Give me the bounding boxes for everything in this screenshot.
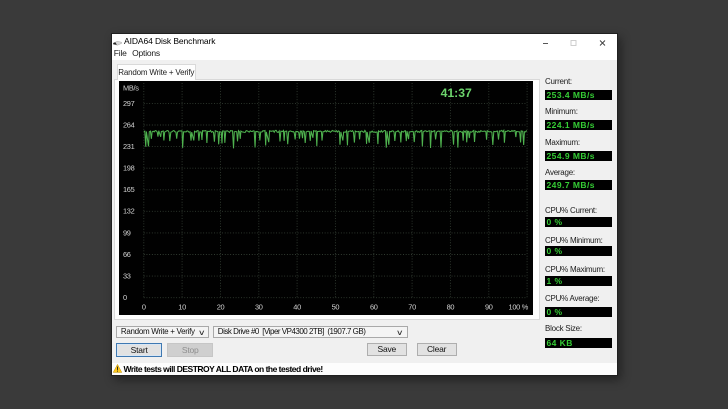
svg-text:90: 90	[485, 303, 493, 312]
svg-text:99: 99	[123, 228, 131, 237]
svg-text:30: 30	[255, 303, 263, 312]
svg-text:MB/s: MB/s	[123, 84, 139, 93]
svg-text:41:37: 41:37	[441, 86, 472, 100]
svg-text:198: 198	[123, 164, 135, 173]
svg-text:264: 264	[123, 120, 135, 129]
svg-text:33: 33	[123, 272, 131, 281]
svg-text:0: 0	[123, 293, 127, 302]
svg-text:70: 70	[408, 303, 416, 312]
svg-text:66: 66	[123, 250, 131, 259]
svg-text:100 %: 100 %	[509, 303, 529, 312]
svg-text:10: 10	[178, 303, 186, 312]
svg-text:0: 0	[142, 303, 146, 312]
svg-text:165: 165	[123, 185, 135, 194]
svg-text:132: 132	[123, 207, 135, 216]
svg-text:50: 50	[332, 303, 340, 312]
svg-text:60: 60	[370, 303, 378, 312]
svg-text:40: 40	[293, 303, 301, 312]
svg-text:20: 20	[217, 303, 225, 312]
svg-text:231: 231	[123, 142, 135, 151]
svg-text:80: 80	[447, 303, 455, 312]
svg-text:297: 297	[123, 99, 135, 108]
